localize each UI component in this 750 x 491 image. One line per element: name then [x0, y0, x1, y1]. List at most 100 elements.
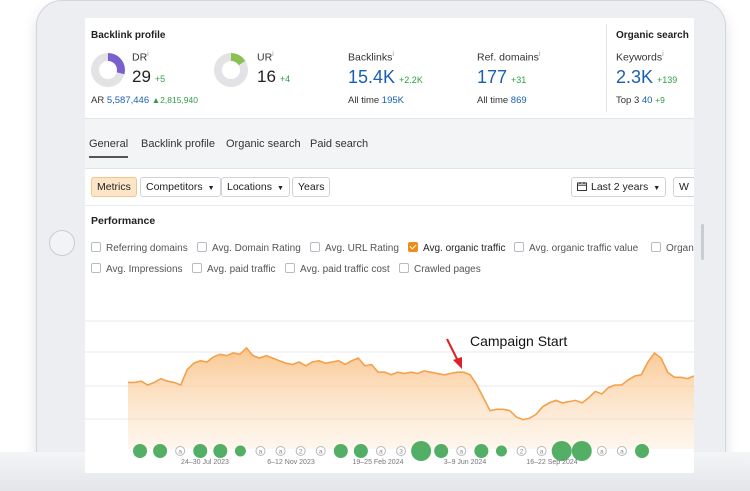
info-icon[interactable]: i: [662, 51, 664, 58]
metrics-button[interactable]: Metrics: [91, 177, 137, 197]
ur-delta: +4: [279, 74, 291, 84]
event-marker-dot[interactable]: [353, 444, 368, 458]
top3-value[interactable]: 40: [642, 95, 653, 106]
event-marker-dot[interactable]: [333, 444, 348, 458]
ref-domains-all-time-label: All time: [477, 95, 509, 106]
event-marker-dot[interactable]: [411, 441, 432, 461]
checkbox-box[interactable]: [310, 242, 320, 252]
checkbox-label: Organ: [666, 243, 694, 254]
tab-backlink-profile[interactable]: Backlink profile: [141, 138, 215, 150]
event-marker-label: a: [319, 449, 323, 456]
keywords-value[interactable]: 2.3K: [616, 67, 653, 87]
top3-label: Top 3: [616, 95, 640, 106]
checkbox-avg-impressions[interactable]: Avg. Impressions: [91, 263, 183, 275]
date-range-label: Last 2 years: [591, 181, 649, 193]
checkbox-box[interactable]: [91, 242, 101, 252]
competitors-label: Competitors: [146, 181, 203, 193]
info-icon[interactable]: i: [392, 51, 394, 58]
event-marker-dot[interactable]: [133, 444, 147, 458]
ref-domains-value[interactable]: 177: [477, 67, 507, 87]
event-marker-label: 3: [399, 449, 403, 456]
event-marker-dot[interactable]: [193, 444, 208, 458]
checkbox-referring-domains[interactable]: Referring domains: [91, 242, 188, 254]
checkbox-label: Avg. Impressions: [106, 264, 183, 275]
checkbox-avg-organic-traffic-value[interactable]: Avg. organic traffic value: [514, 242, 638, 254]
ar-delta: ▲2,815,940: [151, 95, 198, 105]
organic-traffic-chart[interactable]: Campaign Start a a a 2 a a 3 a 2 a a a 24–30 Jul 20…: [85, 299, 694, 473]
event-marker-dot[interactable]: [495, 445, 507, 457]
years-button[interactable]: Years: [292, 177, 331, 197]
locations-label: Locations: [227, 181, 272, 193]
ref-domains-label-wrap[interactable]: Ref. domainsi: [477, 51, 540, 64]
checkbox-organ[interactable]: Organ: [651, 242, 694, 254]
backlinks-label: Backlinks: [348, 51, 393, 64]
checkbox-box[interactable]: [651, 242, 661, 252]
checkbox-box[interactable]: [91, 263, 101, 273]
backlinks-label-wrap[interactable]: Backlinksi: [348, 51, 394, 64]
backlinks-value[interactable]: 15.4K: [348, 67, 395, 87]
checkbox-avg-paid-traffic[interactable]: Avg. paid traffic: [192, 263, 276, 275]
event-marker-dot[interactable]: [234, 445, 246, 457]
info-icon[interactable]: i: [539, 51, 541, 58]
checkbox-box[interactable]: [285, 263, 295, 273]
backlink-profile-title: Backlink profile: [91, 30, 166, 41]
checkbox-label: Avg. paid traffic: [207, 264, 276, 275]
info-icon[interactable]: i: [147, 51, 149, 58]
keywords-label: Keywords: [616, 51, 663, 64]
event-marker-dot[interactable]: [635, 444, 649, 458]
ur-label-wrap[interactable]: URi: [257, 51, 274, 64]
info-icon[interactable]: i: [272, 51, 274, 58]
keywords-value-wrap[interactable]: 2.3K +139: [616, 67, 677, 88]
ref-domains-all-time: All time 869: [477, 95, 527, 106]
event-marker-dot[interactable]: [153, 444, 168, 458]
ar-value[interactable]: 5,587,446: [107, 95, 149, 106]
event-marker-dot[interactable]: [551, 441, 572, 461]
tab-organic-search[interactable]: Organic search: [226, 138, 301, 150]
event-marker-label: a: [540, 449, 544, 456]
organic-search-title: Organic search: [616, 30, 689, 41]
event-marker-dot[interactable]: [213, 444, 228, 458]
backlinks-value-wrap[interactable]: 15.4K +2.2K: [348, 67, 423, 88]
checkbox-avg-domain-rating[interactable]: Avg. Domain Rating: [197, 242, 301, 254]
overflow-dropdown[interactable]: W: [673, 177, 694, 197]
event-marker-label: a: [259, 449, 263, 456]
checkbox-avg-url-rating[interactable]: Avg. URL Rating: [310, 242, 399, 254]
checkbox-label: Referring domains: [106, 243, 188, 254]
event-marker-dot[interactable]: [571, 441, 592, 461]
checkbox-box[interactable]: [399, 263, 409, 273]
event-marker-dot[interactable]: [474, 444, 489, 458]
event-marker-label: a: [279, 449, 283, 456]
x-tick-label: 16–22 Sep 2024: [526, 459, 577, 466]
checkbox-box[interactable]: [514, 242, 524, 252]
date-range-dropdown[interactable]: Last 2 years ▼: [571, 177, 667, 197]
ref-domains-value-wrap[interactable]: 177 +31: [477, 67, 526, 88]
checkbox-label: Crawled pages: [414, 264, 481, 275]
event-marker-label: a: [600, 449, 604, 456]
locations-dropdown[interactable]: Locations ▼: [221, 177, 290, 197]
tab-paid-search[interactable]: Paid search: [310, 138, 368, 150]
home-button[interactable]: [49, 230, 75, 256]
annotation-arrowhead: [453, 357, 462, 369]
keywords-top3: Top 3 40 +9: [616, 95, 665, 106]
dr-label-wrap[interactable]: DRi: [132, 51, 149, 64]
tab-general[interactable]: General: [89, 138, 129, 158]
checkbox-label: Avg. paid traffic cost: [300, 264, 390, 275]
overview-card: Backlink profile Organic search DRi 29 +5…: [85, 18, 694, 119]
checkbox-box[interactable]: [192, 263, 202, 273]
dr-donut-chart: [91, 53, 125, 87]
checkbox-label: Avg. organic traffic value: [529, 243, 639, 254]
backlinks-all-time-value[interactable]: 195K: [382, 95, 404, 106]
checkbox-avg-organic-traffic[interactable]: Avg. organic traffic: [408, 242, 505, 254]
chevron-down-icon: ▼: [207, 185, 215, 192]
checkbox-checked-icon[interactable]: [408, 242, 418, 252]
checkbox-avg-paid-traffic-cost[interactable]: Avg. paid traffic cost: [285, 263, 390, 275]
ref-domains-all-time-value[interactable]: 869: [511, 95, 527, 106]
section-divider: [606, 24, 607, 112]
x-tick-label: 6–12 Nov 2023: [267, 459, 315, 466]
checkbox-crawled-pages[interactable]: Crawled pages: [399, 263, 481, 275]
competitors-dropdown[interactable]: Competitors ▼: [140, 177, 221, 197]
checkbox-box[interactable]: [197, 242, 207, 252]
performance-panel: Metrics Competitors ▼ Locations ▼ Years La…: [85, 168, 694, 473]
event-marker-dot[interactable]: [434, 444, 449, 458]
keywords-label-wrap[interactable]: Keywordsi: [616, 51, 664, 64]
